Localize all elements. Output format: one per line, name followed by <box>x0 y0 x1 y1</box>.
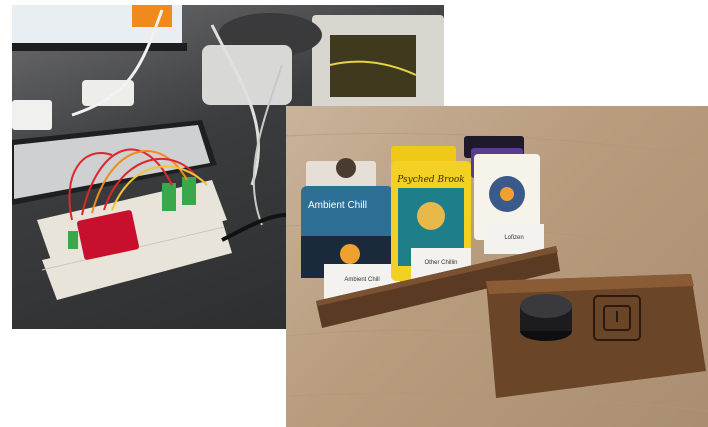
card-psyched-brook: Psyched Brook Other Chillin <box>391 161 471 286</box>
player-scene: Ambient Chill Ambient Chill Psyched Broo… <box>286 133 708 412</box>
card-title-psyched-brook: Psyched Brook <box>396 175 465 185</box>
card-label-ambient-chill: Ambient Chill <box>344 277 379 283</box>
card-label-lofizen: Lofizen <box>504 235 523 241</box>
control-box <box>486 274 706 398</box>
card-lofizen: Lofizen <box>474 154 544 254</box>
card-label-other-chillin: Other Chillin <box>424 260 457 266</box>
music-card-player-photo: Ambient Chill Ambient Chill Psyched Broo… <box>286 106 708 427</box>
knob-icon <box>520 294 572 318</box>
card-title-ambient-chill: Ambient Chill <box>308 200 367 211</box>
monitor-logo <box>132 5 172 27</box>
